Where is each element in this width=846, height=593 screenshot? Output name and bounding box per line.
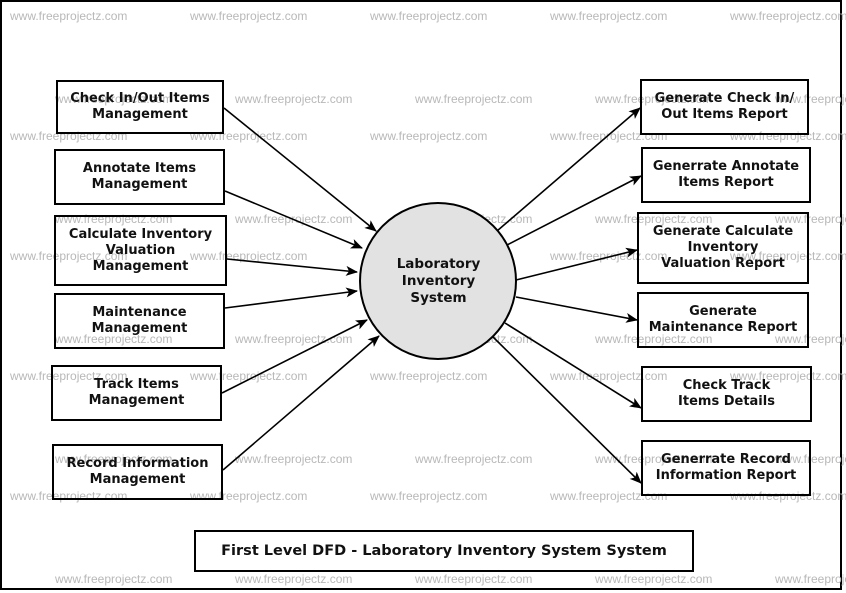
entity-label: Calculate Inventory Valuation Management (68, 226, 213, 274)
entity-track-items-management[interactable]: Track Items Management (51, 365, 222, 421)
entity-generate-maintenance-report[interactable]: Generate Maintenance Report (637, 292, 809, 348)
data-flow-arrow (515, 247, 638, 281)
diagram-title-box: First Level DFD - Laboratory Inventory S… (194, 530, 694, 572)
entity-check-in-out-items-management[interactable]: Check In/Out Items Management (56, 80, 224, 134)
entity-label: Generate Maintenance Report (648, 304, 798, 335)
data-flow-arrow (224, 287, 358, 309)
data-flow-arrow (223, 107, 377, 232)
entity-label: Check In/Out Items Management (70, 91, 210, 122)
entity-label: Generrate Record Information Report (655, 452, 797, 483)
entity-label: Track Items Management (88, 377, 185, 408)
data-flow-arrow (515, 296, 638, 323)
entity-maintenance-management[interactable]: Maintenance Management (54, 293, 225, 349)
entity-annotate-items-management[interactable]: Annotate Items Management (54, 149, 225, 205)
entity-record-information-management[interactable]: Record Information Management (52, 444, 223, 500)
process-label: Laboratory Inventory System (396, 255, 481, 306)
entity-label: Maintenance Management (91, 305, 188, 336)
process-laboratory-inventory-system[interactable]: Laboratory Inventory System (361, 206, 516, 356)
data-flow-arrow (504, 322, 642, 409)
data-flow-arrow (491, 335, 642, 484)
entity-check-track-items-details[interactable]: Check Track Items Details (641, 366, 812, 422)
entity-label: Check Track Items Details (678, 378, 775, 409)
data-flow-arrow (226, 258, 358, 276)
entity-generrate-record-information-report[interactable]: Generrate Record Information Report (641, 440, 811, 496)
diagram-title: First Level DFD - Laboratory Inventory S… (221, 543, 667, 559)
data-flow-arrow (222, 335, 380, 471)
entity-label: Generate Calculate Inventory Valuation Rep… (652, 224, 794, 271)
entity-generate-check-in-out-items-report[interactable]: Generate Check In/Out Items Report (640, 79, 809, 135)
entity-label: Record Information Management (66, 456, 209, 487)
entity-generrate-annotate-items-report[interactable]: Generrate Annotate Items Report (641, 147, 811, 203)
data-flow-arrow (221, 319, 368, 394)
data-flow-arrow (506, 175, 642, 246)
entity-label: Generrate Annotate Items Report (652, 159, 800, 190)
entity-label: Annotate Items Management (82, 161, 197, 192)
data-flow-arrow (224, 190, 363, 249)
entity-calculate-inventory-valuation-management[interactable]: Calculate Inventory Valuation Management (54, 215, 227, 286)
entity-generate-calculate-inventory-valuation-report[interactable]: Generate Calculate Inventory Valuation Rep… (637, 212, 809, 284)
entity-label: Generate Check In/Out Items Report (654, 91, 795, 122)
